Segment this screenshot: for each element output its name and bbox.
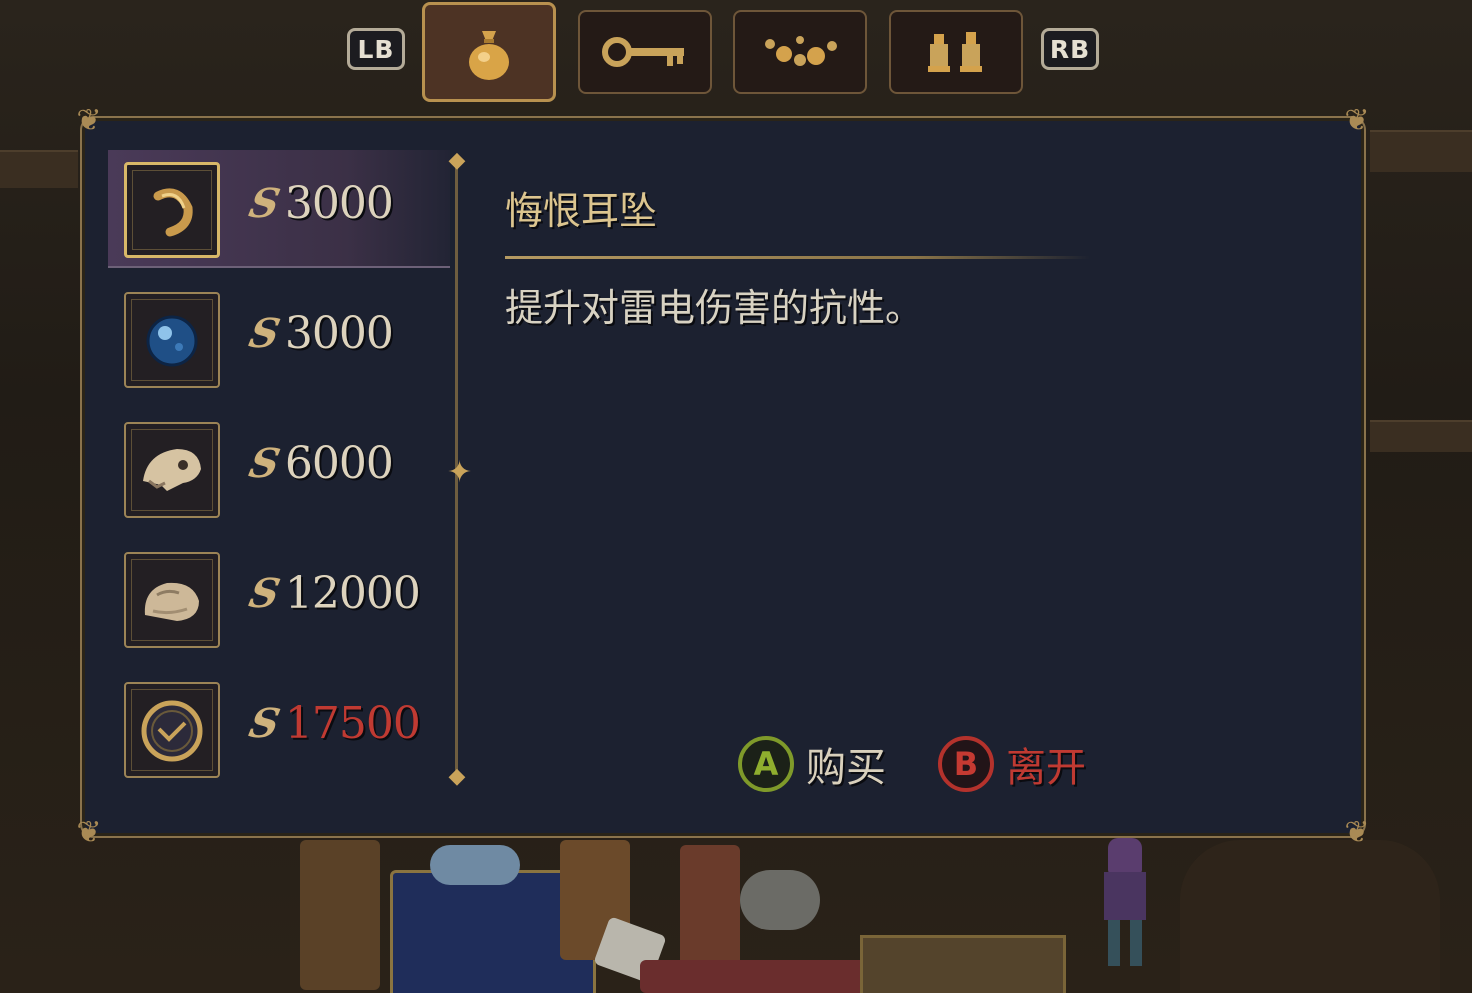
jar: [430, 845, 520, 885]
item-title: 悔恨耳坠: [505, 189, 658, 233]
merchant-head: [1108, 838, 1142, 874]
b-button-icon: B: [938, 736, 994, 792]
shop-item-row[interactable]: S 3000: [108, 280, 450, 398]
bead-necklace-icon: [765, 36, 837, 66]
leave-action[interactable]: B 离开: [938, 734, 1086, 794]
price-amount: 6000: [284, 438, 394, 489]
lb-shoulder-button[interactable]: LB: [347, 28, 405, 70]
scroll-bottom-ornament-icon: ◆: [448, 764, 466, 789]
price-amount: 12000: [284, 568, 421, 619]
title-divider: [505, 256, 1090, 259]
merchant-leg: [1108, 920, 1120, 966]
buy-action[interactable]: A 购买: [738, 734, 886, 794]
leave-label: 离开: [1006, 745, 1086, 791]
price-amount: 3000: [284, 178, 394, 229]
animal-skull-icon: [143, 449, 201, 491]
shop-item-row[interactable]: S 3000: [108, 150, 450, 268]
shop-item-row[interactable]: S 17500: [108, 670, 450, 788]
item-slot: [124, 422, 220, 518]
coin-bag-icon: [469, 31, 509, 80]
barrel: [1180, 840, 1440, 990]
item-description: 提升对雷电伤害的抗性。: [505, 286, 924, 330]
shop-item-row[interactable]: S 12000: [108, 540, 450, 658]
currency-icon: S: [245, 440, 284, 487]
rb-shoulder-button[interactable]: RB: [1041, 28, 1099, 70]
price-amount: 17500: [284, 698, 421, 749]
currency-icon: S: [245, 310, 284, 357]
currency-icon: S: [245, 180, 284, 227]
book-stack: [300, 840, 380, 990]
item-price: S 3000: [245, 304, 394, 364]
item-price: S 6000: [245, 434, 394, 494]
a-button-icon: A: [738, 736, 794, 792]
chess-pieces-icon: [928, 32, 982, 72]
shelf: [1370, 130, 1472, 172]
tab-consumables[interactable]: [422, 2, 556, 102]
scroll-thumb-icon[interactable]: ✦: [447, 458, 472, 488]
merchant-body: [1104, 872, 1146, 920]
category-tab-bar: LB RB: [0, 0, 1472, 110]
price-amount: 3000: [284, 308, 394, 359]
merchant-character: [1100, 838, 1150, 968]
teapot: [740, 870, 820, 930]
floor-rug: [860, 935, 1066, 993]
ornament-icon: ❦: [1344, 815, 1370, 850]
item-slot: [124, 552, 220, 648]
tab-figurines[interactable]: [889, 10, 1023, 94]
tab-accessories[interactable]: [733, 10, 867, 94]
key-icon: [602, 37, 684, 67]
item-price: S 3000: [245, 174, 394, 234]
shop-item-row[interactable]: S 6000: [108, 410, 450, 528]
item-slot: [124, 162, 220, 258]
stone-icon: [144, 582, 199, 621]
item-slot: [124, 292, 220, 388]
merchant-leg: [1130, 920, 1142, 966]
blue-orb-icon: [146, 315, 198, 367]
currency-icon: S: [245, 700, 284, 747]
buy-label: 购买: [806, 745, 886, 791]
currency-icon: S: [245, 570, 284, 617]
shelf: [1370, 420, 1472, 452]
earring-icon: [153, 188, 193, 237]
ornament-icon: ❦: [76, 103, 102, 138]
ornament-icon: ❦: [1344, 103, 1370, 138]
shelf: [0, 150, 78, 188]
ornament-icon: ❦: [76, 815, 102, 850]
scroll-top-ornament-icon: ◆: [448, 148, 466, 173]
tab-keys[interactable]: [578, 10, 712, 94]
item-price: S 17500: [245, 694, 421, 754]
red-carpet: [640, 960, 870, 993]
item-slot: [124, 682, 220, 778]
item-price: S 12000: [245, 564, 421, 624]
amulet-icon: [141, 700, 203, 762]
